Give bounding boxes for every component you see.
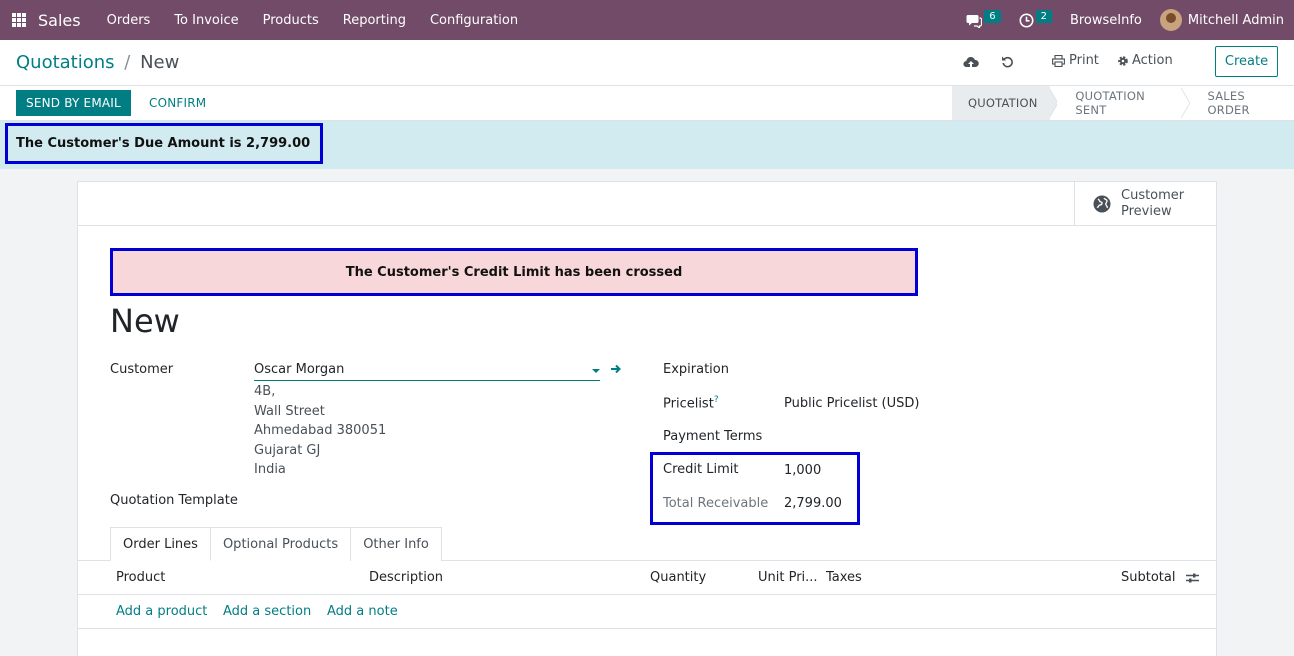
form-sheet: Customer Preview The Customer's Credit L… [77, 181, 1217, 656]
credit-limit-label: Credit Limit [663, 462, 739, 477]
address-line: 4B, [254, 384, 276, 399]
breadcrumb-quotations[interactable]: Quotations [16, 52, 115, 73]
stage-pipeline: QUOTATION QUOTATION SENT SALES ORDER [952, 86, 1294, 120]
gear-icon [1118, 55, 1128, 66]
column-subtotal[interactable]: Subtotal [1121, 570, 1175, 585]
cloud-upload-icon[interactable] [963, 55, 979, 68]
smart-button-box: Customer Preview [78, 182, 1216, 226]
due-amount-text: The Customer's Due Amount is 2,799.00 [5, 123, 323, 164]
due-amount-banner: The Customer's Due Amount is 2,799.00 [0, 121, 1294, 169]
print-button[interactable]: Print [1052, 53, 1099, 68]
activities-button[interactable]: 2 [1019, 9, 1052, 28]
messages-count-badge: 6 [984, 9, 1001, 23]
credit-limit-alert: The Customer's Credit Limit has been cro… [110, 248, 918, 296]
action-button[interactable]: Action [1117, 53, 1173, 68]
avatar[interactable] [1159, 9, 1182, 31]
menu-to-invoice[interactable]: To Invoice [162, 13, 250, 28]
pricelist-label: Pricelist? [663, 395, 719, 411]
breadcrumb-current: New [140, 52, 180, 73]
address-line: Gujarat GJ [254, 443, 321, 458]
send-by-email-button[interactable]: SEND BY EMAIL [16, 90, 131, 116]
create-button[interactable]: Create [1215, 46, 1278, 77]
pricelist-field[interactable]: Public Pricelist (USD) [784, 396, 919, 411]
confirm-button[interactable]: CONFIRM [149, 90, 206, 116]
print-label: Print [1069, 53, 1099, 68]
messages-button[interactable]: 6 [966, 9, 1001, 28]
chat-icon [966, 14, 983, 28]
pricelist-label-text: Pricelist [663, 396, 714, 412]
column-taxes[interactable]: Taxes [826, 570, 862, 585]
column-quantity[interactable]: Quantity [650, 570, 706, 585]
clock-icon [1019, 13, 1034, 27]
column-unit-price[interactable]: Unit Pri... [758, 570, 818, 585]
menu-products[interactable]: Products [251, 13, 331, 28]
tab-order-lines[interactable]: Order Lines [110, 527, 211, 561]
customer-value: Oscar Morgan [254, 362, 345, 377]
tab-optional-products[interactable]: Optional Products [209, 527, 352, 561]
add-line-row: Add a product Add a section Add a note [78, 595, 1216, 629]
order-lines-header: Product Description Quantity Unit Pri...… [78, 561, 1216, 595]
address-line: Wall Street [254, 404, 325, 419]
apps-grid-icon[interactable] [12, 13, 26, 27]
stage-sales-order[interactable]: SALES ORDER [1190, 86, 1294, 120]
record-title: New [110, 302, 180, 340]
undo-icon[interactable] [1001, 55, 1014, 68]
stage-quotation-sent[interactable]: QUOTATION SENT [1057, 86, 1180, 120]
customer-preview-line1: Customer [1121, 188, 1185, 203]
breadcrumb-separator: / [124, 52, 131, 73]
customer-label: Customer [110, 362, 174, 377]
notebook-tabs: Order Lines Optional Products Other Info [110, 527, 442, 561]
address-line: India [254, 462, 286, 477]
globe-icon [1093, 195, 1111, 213]
stage-arrow-icon [1180, 87, 1190, 119]
menu-reporting[interactable]: Reporting [331, 13, 418, 28]
status-bar: SEND BY EMAIL CONFIRM QUOTATION QUOTATIO… [0, 86, 1294, 121]
add-product-link[interactable]: Add a product [116, 604, 207, 619]
quotation-template-label: Quotation Template [110, 493, 238, 508]
print-icon [1052, 54, 1065, 67]
pricelist-help-icon[interactable]: ? [714, 395, 719, 405]
top-navbar: Sales Orders To Invoice Products Reporti… [0, 0, 1294, 40]
address-line: Ahmedabad 380051 [254, 423, 387, 438]
dropdown-caret-icon[interactable] [592, 369, 600, 373]
tab-other-info[interactable]: Other Info [350, 527, 442, 561]
activities-count-badge: 2 [1035, 9, 1052, 23]
company-switcher[interactable]: BrowseInfo [1070, 13, 1142, 28]
breadcrumb: Quotations / New [16, 52, 179, 73]
menu-configuration[interactable]: Configuration [418, 13, 530, 28]
payment-terms-label: Payment Terms [663, 429, 763, 444]
expiration-label: Expiration [663, 362, 729, 377]
column-description[interactable]: Description [369, 570, 443, 585]
action-label: Action [1132, 53, 1173, 68]
customer-preview-line2: Preview [1121, 204, 1172, 219]
stage-arrow-icon [1048, 87, 1058, 119]
credit-limit-field[interactable]: 1,000 [784, 463, 821, 478]
total-receivable-label: Total Receivable [663, 496, 769, 511]
add-note-link[interactable]: Add a note [327, 604, 398, 619]
menu-orders[interactable]: Orders [95, 13, 163, 28]
control-panel: Quotations / New Print Action Create [0, 40, 1294, 86]
total-receivable-value: 2,799.00 [784, 496, 842, 511]
customer-field[interactable]: Oscar Morgan [254, 359, 600, 381]
optional-columns-toggle-icon[interactable] [1186, 572, 1199, 584]
customer-preview-button[interactable]: Customer Preview [1074, 182, 1216, 226]
add-section-link[interactable]: Add a section [223, 604, 311, 619]
stage-quotation[interactable]: QUOTATION [952, 86, 1050, 120]
column-product[interactable]: Product [116, 570, 165, 585]
app-name[interactable]: Sales [38, 11, 81, 30]
external-link-arrow-icon[interactable] [610, 363, 622, 375]
user-menu[interactable]: Mitchell Admin [1188, 13, 1284, 28]
